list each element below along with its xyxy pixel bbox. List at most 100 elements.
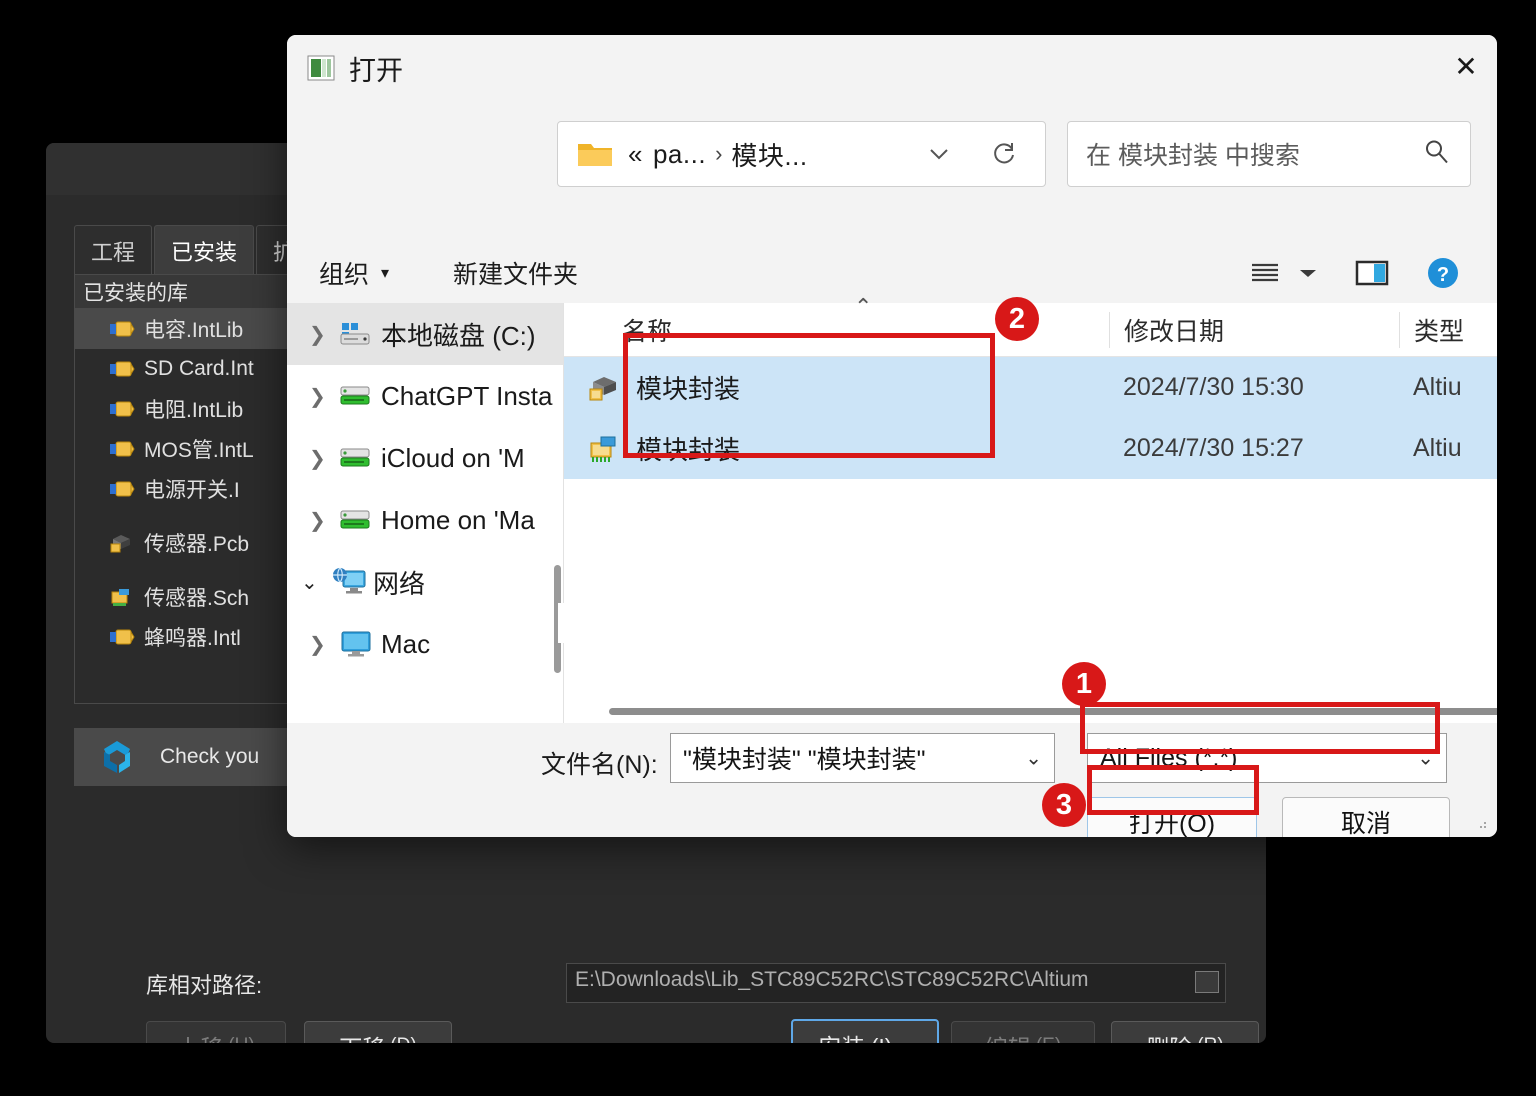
chevron-right-icon[interactable]: ❯ [309,508,339,533]
move-down-accel: (D) [390,1035,416,1043]
column-header-type[interactable]: 类型 [1399,311,1497,348]
install-button[interactable]: 安装 (I)... [791,1019,939,1043]
svg-text:?: ? [1437,264,1449,286]
schlib-icon [109,358,135,380]
breadcrumb-parent[interactable]: pa... [653,139,706,170]
install-label: 安装 (I)... [818,1028,911,1043]
annotation-badge-1: 1 [1062,662,1106,706]
open-file-dialog: 打开 ✕ « pa... › 模块... 在 模块封装 中搜索 组织 ▾ 新建文… [287,35,1497,837]
chevron-down-icon[interactable] [919,122,959,186]
resize-grip[interactable] [1473,815,1489,831]
move-up-label: 上移 [177,1029,223,1043]
file-name: 模块封装 [636,435,741,465]
library-name: 传感器.Sch [144,587,250,610]
chevron-down-icon[interactable]: ⌄ [1025,746,1042,771]
delete-button[interactable]: 删除 (R) [1111,1021,1259,1043]
library-name: 电容.IntLib [144,319,244,342]
browse-path-button[interactable] [1195,971,1219,993]
network-drive-icon [339,507,381,533]
tree-item-home[interactable]: ❯ Home on 'Ma [287,489,563,551]
relative-path-field[interactable]: E:\Downloads\Lib_STC89C52RC\STC89C52RC\A… [566,963,1226,1003]
schlib-icon [109,438,135,460]
breadcrumb-overflow[interactable]: « [628,139,643,170]
file-name-cell: 模块封装 [564,369,1109,406]
file-type: Altiu [1413,373,1462,401]
library-name: MOS管.IntL [144,439,254,462]
local-disk-icon [339,321,381,347]
navigation-tree: ❯ 本地磁盘 (C:) ❯ ChatGPT Insta ❯ iCloud on … [287,303,564,723]
relative-path-label: 库相对路径: [146,973,263,998]
breadcrumb-current[interactable]: 模块... [731,136,807,173]
tree-item-label: iCloud on 'M [381,442,525,473]
chevron-down-icon: ▾ [381,265,390,282]
schlib-icon [109,626,135,648]
edit-button[interactable]: 编辑 (E) [951,1021,1095,1043]
chevron-right-icon[interactable]: ❯ [309,384,339,409]
search-input[interactable]: 在 模块封装 中搜索 [1067,121,1471,187]
tree-item-label: 本地磁盘 (C:) [381,320,536,351]
tree-item-mac[interactable]: ❯ Mac [287,613,563,675]
file-type-dropdown[interactable]: All Files (*.*) ⌄ [1087,733,1447,783]
tree-item-chatgpt-install[interactable]: ❯ ChatGPT Insta [287,365,563,427]
delete-label: 删除 [1146,1029,1192,1043]
chevron-down-icon[interactable]: ⌄ [1417,746,1434,771]
open-button[interactable]: 打开(O) [1087,797,1257,837]
filename-value: "模块封装" "模块封装" [683,746,926,774]
organize-button[interactable]: 组织 ▾ [319,253,389,293]
refresh-icon[interactable] [981,122,1027,186]
library-name: 蜂鸣器.Intl [144,627,241,650]
folder-icon [576,139,614,169]
network-drive-icon [339,383,381,409]
address-breadcrumb-bar[interactable]: « pa... › 模块... [557,121,1046,187]
tab-project[interactable]: 工程 [74,225,153,277]
computer-icon [339,630,381,658]
chevron-right-icon[interactable]: ❯ [309,632,339,657]
chevron-down-icon[interactable]: ⌄ [301,570,331,595]
pcblib-file-icon [588,373,622,403]
column-header-name-label: 名称 [622,317,673,346]
help-icon[interactable]: ? [1420,253,1466,293]
search-placeholder: 在 模块封装 中搜索 [1086,142,1300,170]
edit-accel: (E) [1036,1035,1061,1043]
filename-input[interactable]: "模块封装" "模块封装" ⌄ [670,733,1055,783]
table-row[interactable]: 模块封装 2024/7/30 15:27 Altiu [564,418,1497,479]
schlib-file-icon [588,434,622,464]
dialog-commandbar: 组织 ▾ 新建文件夹 ? [287,241,1497,303]
file-name-cell: 模块封装 [564,430,1109,467]
view-list-icon[interactable] [1242,253,1288,293]
move-up-button[interactable]: 上移 (U) [146,1021,286,1043]
relative-path-value: E:\Downloads\Lib_STC89C52RC\STC89C52RC\A… [575,968,1089,991]
chevron-right-icon[interactable]: ❯ [309,446,339,471]
tree-item-local-disk[interactable]: ❯ 本地磁盘 (C:) [287,303,563,365]
schlib-icon [109,478,135,500]
tree-item-network[interactable]: ⌄ 网络 [287,551,563,613]
file-date: 2024/7/30 15:27 [1123,434,1304,462]
chevron-right-icon[interactable]: ❯ [309,322,339,347]
altium-logo-icon [96,736,138,778]
move-down-button[interactable]: 下移 (D) [304,1021,452,1043]
tree-item-label: ChatGPT Insta [381,380,553,411]
column-header-date[interactable]: 修改日期 [1109,311,1399,348]
chevron-down-icon[interactable] [1292,253,1324,293]
file-name: 模块封装 [636,374,741,404]
file-list-horizontal-scrollbar[interactable] [564,701,1497,723]
tree-item-label: Mac [381,628,431,659]
move-down-label: 下移 [339,1029,385,1043]
dialog-title: 打开 [349,55,403,86]
preview-pane-icon[interactable] [1349,253,1395,293]
search-icon[interactable] [1422,138,1450,171]
library-name: 传感器.Pcb [144,533,250,556]
schlib-icon [109,398,135,420]
table-row[interactable]: 模块封装 2024/7/30 15:30 Altiu [564,357,1497,418]
new-folder-button[interactable]: 新建文件夹 [453,253,578,293]
image-file-icon [307,55,335,81]
tab-installed[interactable]: 已安装 [154,225,255,277]
sort-ascending-icon: ⌃ [854,293,873,319]
tree-item-icloud[interactable]: ❯ iCloud on 'M [287,427,563,489]
close-icon[interactable]: ✕ [1435,35,1497,97]
pcblib-icon [109,532,135,554]
tree-item-label: Home on 'Ma [381,504,535,535]
library-name: 电阻.IntLib [144,399,244,422]
cancel-button[interactable]: 取消 [1282,797,1450,837]
scrollbar-thumb[interactable] [609,708,1497,715]
